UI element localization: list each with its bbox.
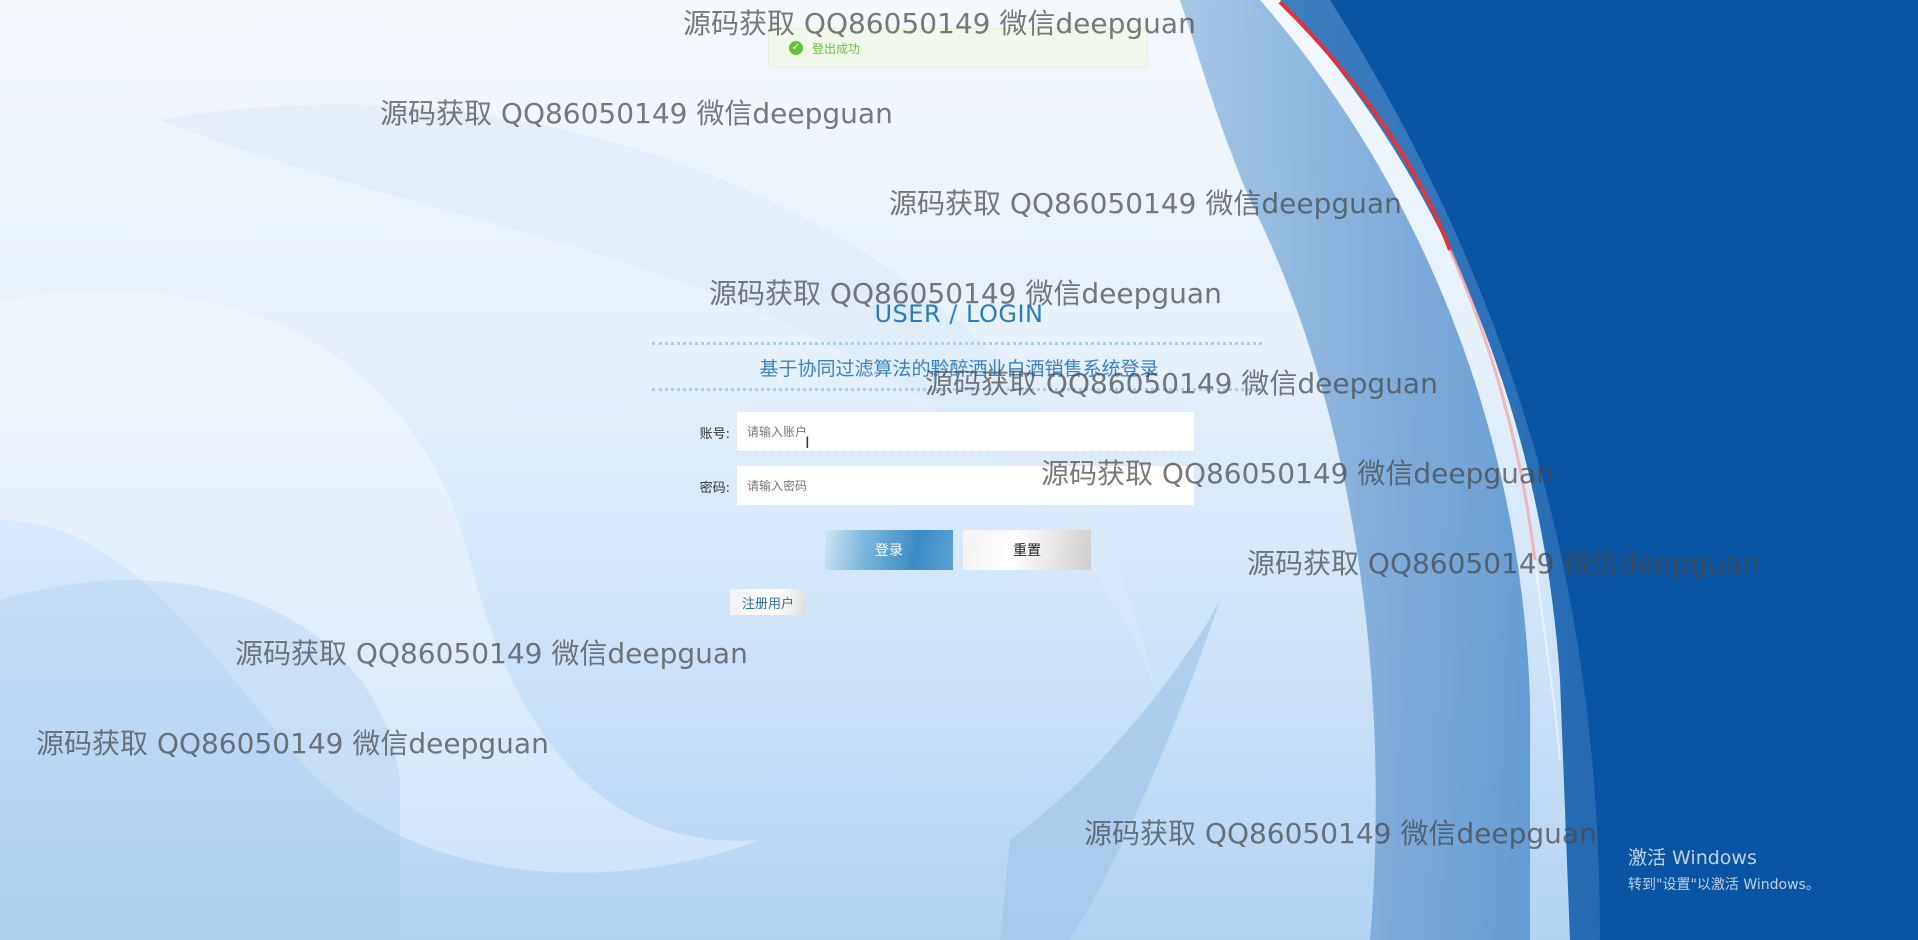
account-label: 账号: xyxy=(699,426,730,442)
watermark-text: 源码获取 QQ86050149 微信deepguan xyxy=(1084,817,1597,850)
password-label: 密码: xyxy=(699,480,730,496)
toast-message: 登出成功 xyxy=(812,41,861,56)
watermark-text: 源码获取 QQ86050149 微信deepguan xyxy=(1041,457,1554,490)
login-page: ✓ 登出成功 USER / LOGIN 基于协同过滤算法的黔醉酒业白酒销售系统登… xyxy=(0,0,1918,940)
register-button[interactable]: 注册用户 xyxy=(730,589,806,615)
watermark-text: 源码获取 QQ86050149 微信deepguan xyxy=(36,727,549,760)
watermark-text: 源码获取 QQ86050149 微信deepguan xyxy=(889,187,1402,220)
watermark-text: 源码获取 QQ86050149 微信deepguan xyxy=(380,97,893,130)
watermark-text: 源码获取 QQ86050149 微信deepguan xyxy=(1247,547,1760,580)
watermark-text: 源码获取 QQ86050149 微信deepguan xyxy=(683,7,1196,40)
activation-title: 激活 Windows xyxy=(1628,847,1757,869)
check-icon: ✓ xyxy=(789,41,803,55)
reset-button[interactable]: 重置 xyxy=(963,530,1091,570)
activation-subtitle: 转到"设置"以激活 Windows。 xyxy=(1628,877,1820,893)
watermark-text: 源码获取 QQ86050149 微信deepguan xyxy=(925,367,1438,400)
text-cursor-icon: I xyxy=(805,433,810,452)
login-button[interactable]: 登录 xyxy=(825,530,953,570)
divider-top xyxy=(652,342,1262,345)
account-row: 账号: xyxy=(680,412,1194,452)
watermark-text: 源码获取 QQ86050149 微信deepguan xyxy=(709,277,1222,310)
watermark-text: 源码获取 QQ86050149 微信deepguan xyxy=(235,637,748,670)
windows-activation-notice: 激活 Windows 转到"设置"以激活 Windows。 xyxy=(1628,843,1820,894)
